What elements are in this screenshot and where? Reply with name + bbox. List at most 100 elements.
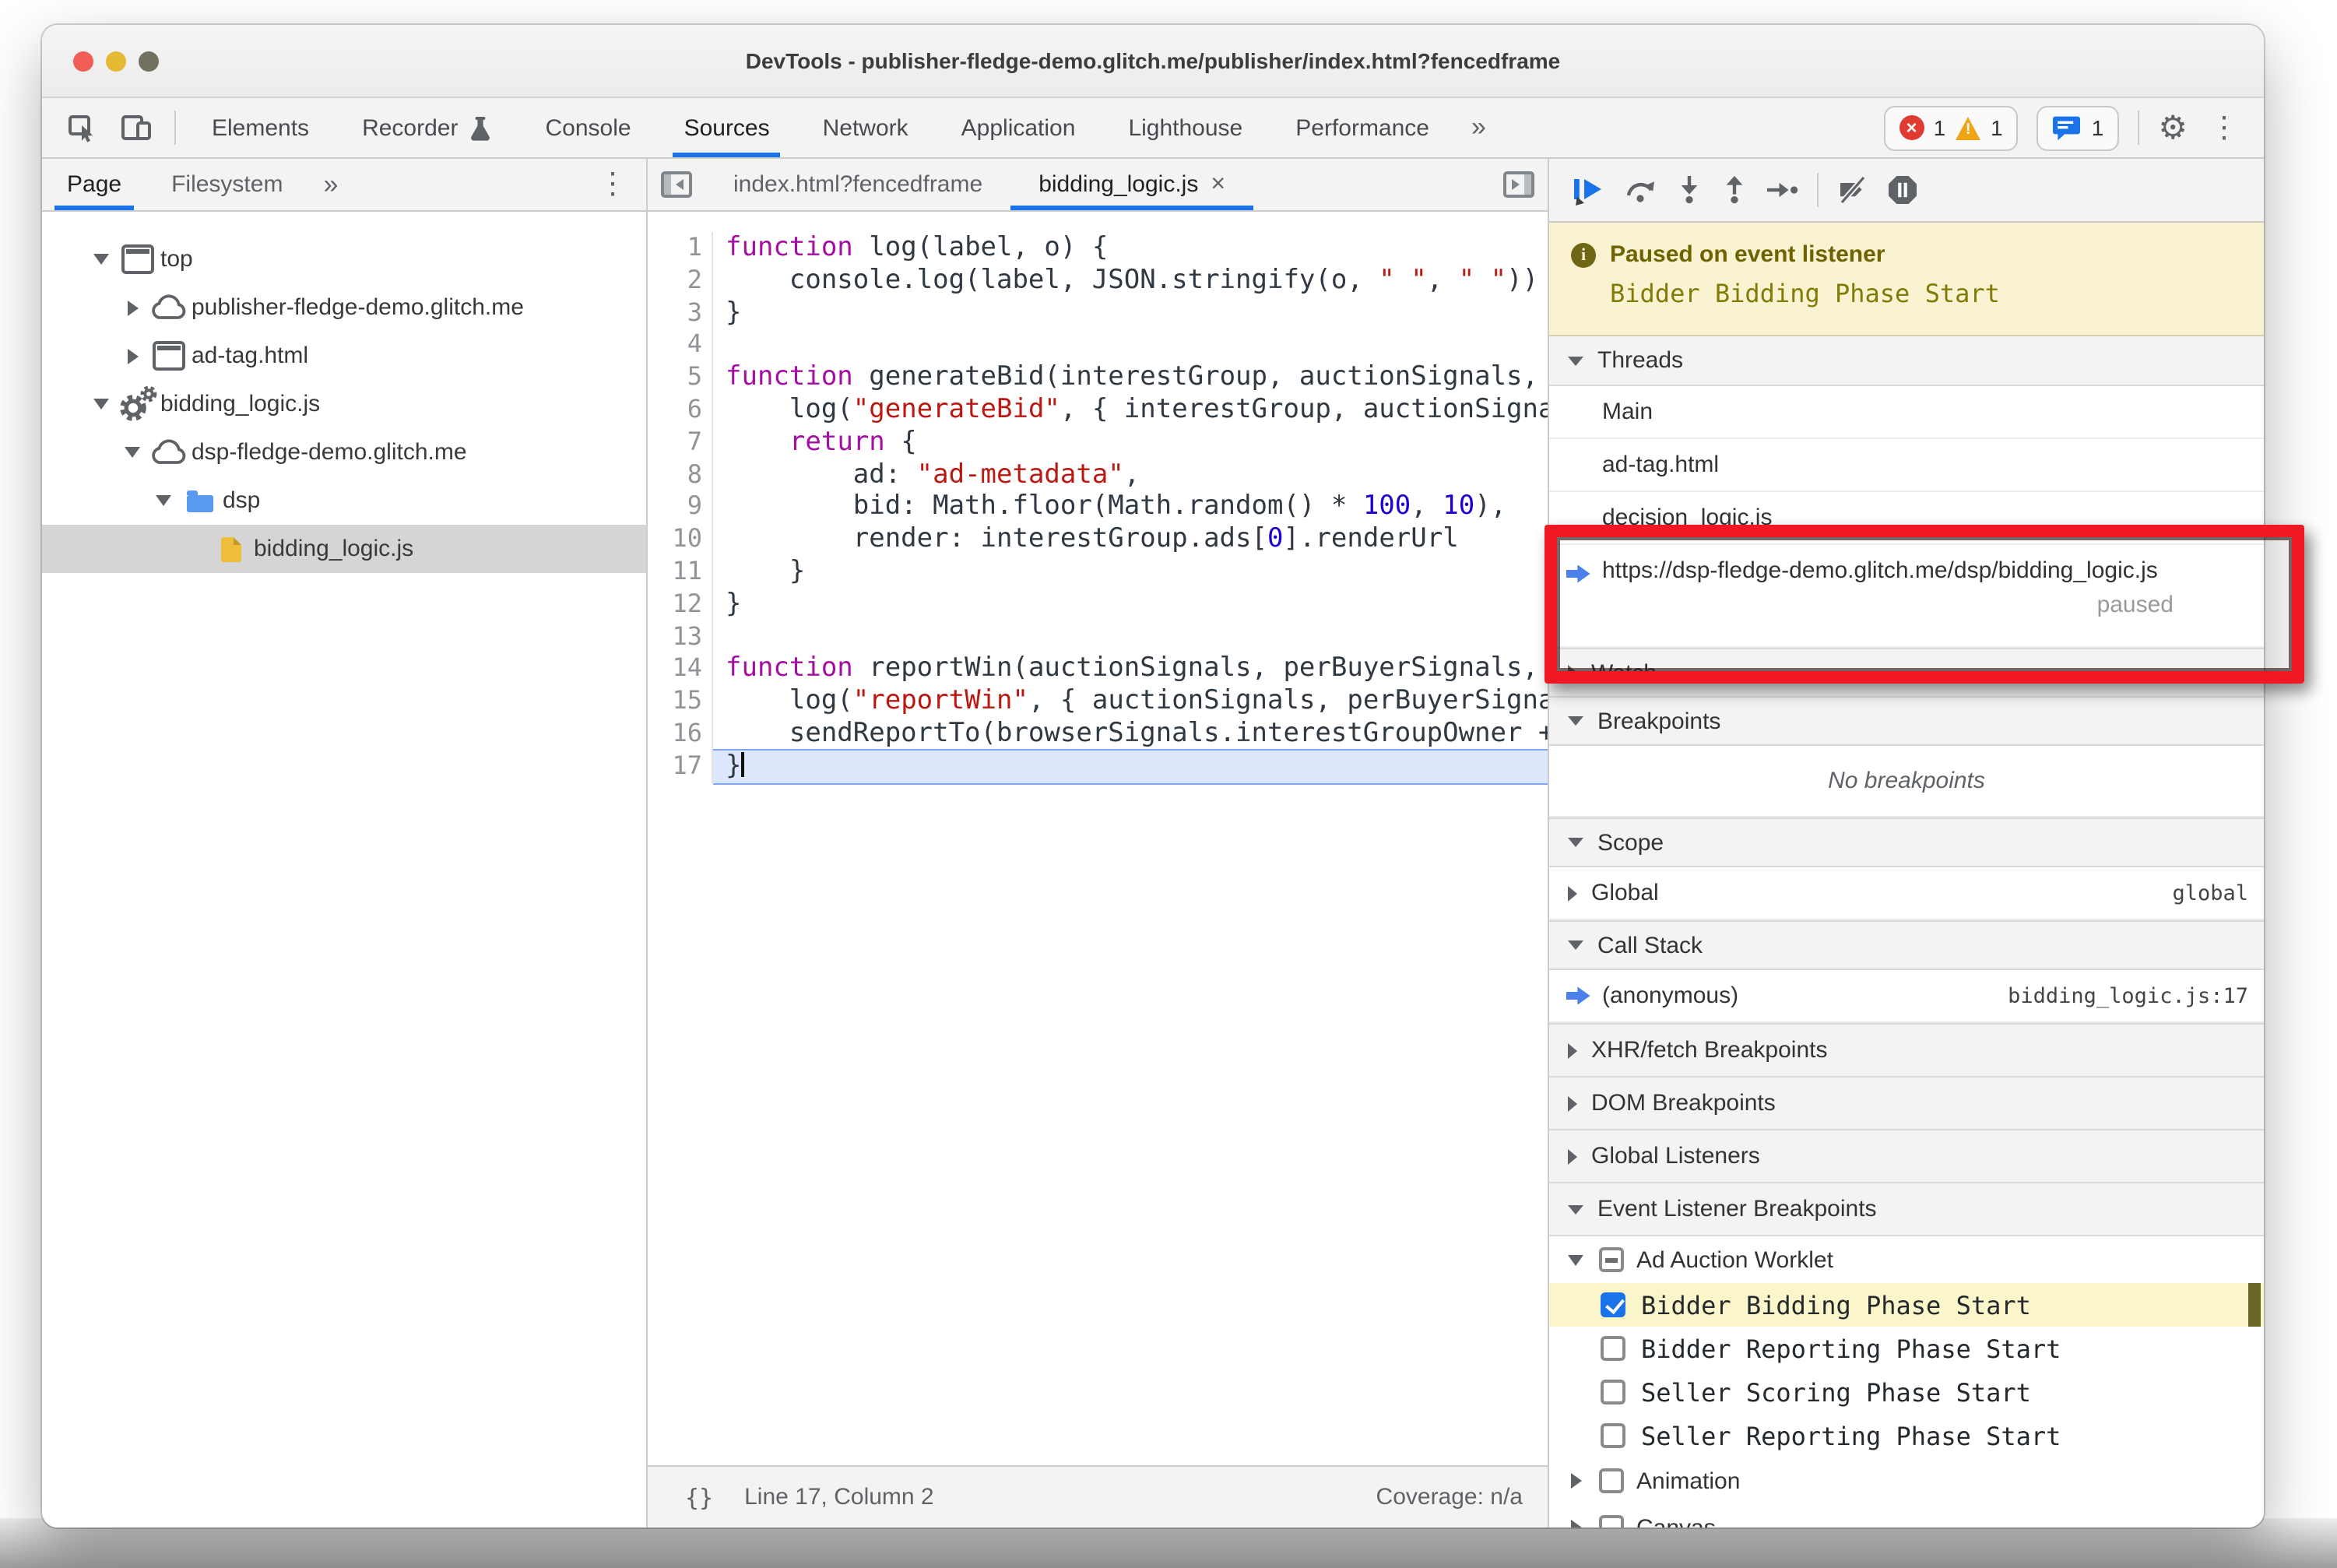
checkbox-unchecked[interactable]: [1601, 1423, 1625, 1448]
line-number[interactable]: 10: [648, 523, 713, 556]
line-number[interactable]: 4: [648, 329, 713, 362]
tree-item-top[interactable]: top: [42, 235, 646, 283]
line-number[interactable]: 7: [648, 426, 713, 459]
code-line-content[interactable]: }: [713, 556, 1548, 589]
checkbox-unchecked[interactable]: [1599, 1515, 1624, 1528]
code-line-content[interactable]: console.log(label, JSON.stringify(o, " "…: [713, 265, 1548, 297]
call-stack-frame[interactable]: (anonymous) bidding_logic.js:17: [1549, 970, 2264, 1023]
watch-section-header[interactable]: Watch: [1549, 648, 2264, 698]
pause-on-exceptions-icon[interactable]: [1887, 174, 1918, 206]
tree-item-bidding-logic-js[interactable]: bidding_logic.js: [42, 525, 646, 573]
breakpoint-bidder-bidding-phase-start[interactable]: Bidder Bidding Phase Start: [1549, 1283, 2264, 1327]
code-line-content[interactable]: return {: [713, 427, 1548, 459]
line-number[interactable]: 2: [648, 264, 713, 297]
code-line-content[interactable]: bid: Math.floor(Math.random() * 100, 10)…: [713, 491, 1548, 524]
event-listener-breakpoints-section-header[interactable]: Event Listener Breakpoints: [1549, 1182, 2264, 1236]
code-line-content[interactable]: }: [713, 589, 1548, 621]
global-listeners-section-header[interactable]: Global Listeners: [1549, 1129, 2264, 1183]
line-number[interactable]: 8: [648, 459, 713, 491]
step-out-icon[interactable]: [1720, 174, 1748, 206]
deactivate-breakpoints-icon[interactable]: [1836, 176, 1870, 204]
tab-application[interactable]: Application: [935, 98, 1102, 157]
more-navigator-tabs-button[interactable]: »: [308, 159, 353, 210]
customize-devtools-icon[interactable]: ⋮: [2206, 113, 2239, 142]
code-line-content[interactable]: render: interestGroup.ads[0].renderUrl: [713, 523, 1548, 556]
tree-item-dsp[interactable]: dsp: [42, 476, 646, 525]
checkbox-unchecked[interactable]: [1599, 1468, 1624, 1493]
line-number[interactable]: 5: [648, 361, 713, 394]
pretty-print-icon[interactable]: {}: [685, 1483, 713, 1511]
breakpoint-group-canvas[interactable]: Canvas: [1549, 1504, 2264, 1528]
checkbox-unchecked[interactable]: [1601, 1380, 1625, 1405]
navigator-tab-page[interactable]: Page: [42, 159, 146, 210]
tree-item-ad-tag-html[interactable]: ad-tag.html: [42, 332, 646, 380]
line-number[interactable]: 3: [648, 297, 713, 329]
tab-sources[interactable]: Sources: [658, 98, 796, 157]
tab-performance[interactable]: Performance: [1269, 98, 1456, 157]
more-panels-button[interactable]: »: [1456, 98, 1502, 157]
tree-item-dsp-fledge-demo-glitch-me[interactable]: dsp-fledge-demo.glitch.me: [42, 428, 646, 476]
breakpoint-bidder-reporting-phase-start[interactable]: Bidder Reporting Phase Start: [1549, 1327, 2264, 1370]
line-number[interactable]: 16: [648, 717, 713, 751]
threads-section-header[interactable]: Threads: [1549, 336, 2264, 386]
line-number[interactable]: 1: [648, 232, 713, 265]
breakpoint-group-ad-auction-worklet[interactable]: Ad Auction Worklet: [1549, 1236, 2264, 1283]
thread-item[interactable]: decision_logic.js: [1549, 492, 2264, 545]
code-line-content[interactable]: log("generateBid", { interestGroup, auct…: [713, 394, 1548, 427]
checkbox-indeterminate[interactable]: [1599, 1247, 1624, 1272]
code-line-content[interactable]: }: [713, 750, 1548, 783]
editor-tab-bidding-logic-js[interactable]: bidding_logic.js ×: [1010, 159, 1253, 210]
call-stack-section-header[interactable]: Call Stack: [1549, 920, 2264, 970]
line-number[interactable]: 9: [648, 490, 713, 524]
line-number[interactable]: 11: [648, 555, 713, 589]
code-line-content[interactable]: function reportWin(auctionSignals, perBu…: [713, 653, 1548, 686]
scope-global-row[interactable]: Global global: [1549, 867, 2264, 920]
breakpoint-seller-scoring-phase-start[interactable]: Seller Scoring Phase Start: [1549, 1370, 2264, 1414]
hide-navigator-icon[interactable]: [648, 159, 705, 210]
code-editor[interactable]: 1 function log(label, o) {2 console.log(l…: [648, 212, 1548, 1465]
editor-tab-index-html-fencedframe[interactable]: index.html?fencedframe: [705, 159, 1010, 210]
step-over-icon[interactable]: [1624, 176, 1658, 204]
thread-item-current[interactable]: https://dsp-fledge-demo.glitch.me/dsp/bi…: [1549, 545, 2264, 648]
line-number[interactable]: 14: [648, 652, 713, 686]
thread-item[interactable]: Main: [1549, 386, 2264, 439]
line-number[interactable]: 15: [648, 685, 713, 718]
xhr-breakpoints-section-header[interactable]: XHR/fetch Breakpoints: [1549, 1023, 2264, 1078]
code-line-content[interactable]: function log(label, o) {: [713, 232, 1548, 265]
code-line-content[interactable]: log("reportWin", { auctionSignals, perBu…: [713, 685, 1548, 718]
breakpoints-section-header[interactable]: Breakpoints: [1549, 696, 2264, 746]
checkbox-checked[interactable]: [1601, 1292, 1625, 1317]
line-number[interactable]: 13: [648, 621, 713, 653]
breakpoint-seller-reporting-phase-start[interactable]: Seller Reporting Phase Start: [1549, 1414, 2264, 1457]
resume-icon[interactable]: [1571, 174, 1607, 206]
show-debugger-sidebar-icon[interactable]: [1490, 159, 1548, 210]
tab-console[interactable]: Console: [518, 98, 657, 157]
tab-network[interactable]: Network: [796, 98, 935, 157]
navigator-tab-filesystem[interactable]: Filesystem: [146, 159, 308, 210]
tree-item-bidding-logic-js[interactable]: bidding_logic.js: [42, 380, 646, 428]
code-line-content[interactable]: ad: "ad-metadata",: [713, 459, 1548, 491]
tab-elements[interactable]: Elements: [185, 98, 336, 157]
settings-gear-icon[interactable]: ⚙: [2158, 111, 2188, 144]
breakpoint-group-animation[interactable]: Animation: [1549, 1457, 2264, 1504]
step-icon[interactable]: [1766, 178, 1800, 202]
issues-badge[interactable]: 1: [2037, 105, 2120, 150]
code-line-content[interactable]: [713, 621, 1548, 653]
line-number[interactable]: 6: [648, 393, 713, 427]
checkbox-unchecked[interactable]: [1601, 1336, 1625, 1361]
line-number[interactable]: 12: [648, 588, 713, 621]
tab-lighthouse[interactable]: Lighthouse: [1102, 98, 1269, 157]
tab-recorder[interactable]: Recorder: [336, 98, 518, 157]
tree-item-publisher-fledge-demo-glitch-me[interactable]: publisher-fledge-demo.glitch.me: [42, 283, 646, 332]
device-toolbar-icon[interactable]: [120, 112, 153, 143]
navigator-menu-icon[interactable]: ⋮: [595, 170, 646, 199]
line-number[interactable]: 17: [648, 750, 713, 783]
code-line-content[interactable]: }: [713, 297, 1548, 329]
code-line-content[interactable]: sendReportTo(browserSignals.interestGrou…: [713, 718, 1548, 751]
thread-item[interactable]: ad-tag.html: [1549, 439, 2264, 492]
dom-breakpoints-section-header[interactable]: DOM Breakpoints: [1549, 1076, 2264, 1130]
scope-section-header[interactable]: Scope: [1549, 817, 2264, 867]
step-into-icon[interactable]: [1675, 174, 1703, 206]
close-icon[interactable]: ×: [1211, 171, 1225, 199]
code-line-content[interactable]: [713, 329, 1548, 362]
